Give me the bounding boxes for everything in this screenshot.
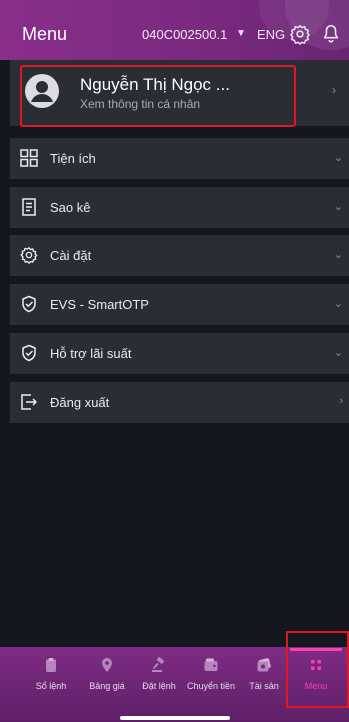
tab-chuyen-tien[interactable]: Chuyển tiền [183, 647, 239, 707]
chevron-down-icon: ⌄ [333, 152, 343, 164]
chevron-down-icon: ⌄ [333, 347, 343, 359]
tab-label: Chuyển tiền [186, 681, 236, 691]
chevron-down-icon: ⌄ [333, 249, 343, 261]
menu-item-label: Hỗ trợ lãi suất [50, 346, 132, 361]
highlight-outline [286, 631, 349, 708]
clipboard-icon [46, 658, 56, 672]
chevron-down-icon: ⌄ [333, 201, 343, 213]
wallet-icon [204, 658, 218, 671]
avatar-icon [25, 74, 59, 108]
menu-item-label: Cài đặt [50, 248, 92, 263]
logout-icon [21, 394, 37, 410]
home-indicator [120, 716, 230, 720]
menu-item-label: Tiện ích [50, 151, 96, 166]
tab-dat-lenh[interactable]: Đặt lệnh [134, 647, 184, 707]
page-title: Menu [22, 24, 68, 44]
chevron-right-icon: › [332, 83, 336, 97]
tab-label: Tài sản [249, 681, 279, 691]
shield-check-icon [22, 344, 36, 362]
grid-icon [20, 149, 38, 167]
tab-tai-san[interactable]: Tài sản [244, 647, 284, 707]
tab-label: Sổ lệnh [35, 681, 67, 691]
menu-item-dang-xuat[interactable]: Đăng xuất › [10, 382, 349, 423]
language-toggle[interactable]: ENG [257, 27, 285, 42]
chevron-down-icon: ⌄ [333, 298, 343, 310]
tab-label: Bảng giá [89, 681, 125, 691]
menu-item-label: Sao kê [50, 200, 91, 215]
bell-icon[interactable] [320, 23, 342, 45]
caret-down-icon[interactable]: ▼ [236, 28, 246, 39]
chevron-right-icon: › [339, 395, 343, 407]
account-selector[interactable]: 040C002500.1 [142, 27, 227, 42]
tab-so-lenh[interactable]: Sổ lệnh [30, 647, 72, 707]
menu-item-tien-ich[interactable]: Tiện ích ⌄ [10, 138, 349, 179]
menu-item-evs-smartotp[interactable]: EVS - SmartOTP ⌄ [10, 284, 349, 325]
menu-item-cai-dat[interactable]: Cài đặt ⌄ [10, 235, 349, 276]
profile-subtitle[interactable]: Xem thông tin cá nhân [80, 97, 200, 111]
menu-item-label: EVS - SmartOTP [50, 297, 149, 312]
shield-check-icon [22, 295, 36, 313]
tab-bang-gia[interactable]: Bảng giá [82, 647, 132, 707]
gear-icon [20, 247, 38, 264]
gavel-icon [152, 657, 165, 672]
gear-icon[interactable] [289, 23, 311, 45]
menu-item-sao-ke[interactable]: Sao kê ⌄ [10, 187, 349, 228]
location-pin-icon [102, 658, 112, 672]
profile-name: Nguyễn Thị Ngọc ... [80, 75, 230, 94]
tab-label: Đặt lệnh [142, 681, 176, 691]
menu-item-ho-tro-lai-suat[interactable]: Hỗ trợ lãi suất ⌄ [10, 333, 349, 374]
money-icon [257, 658, 271, 672]
menu-item-label: Đăng xuất [50, 395, 110, 410]
document-list-icon [22, 198, 36, 216]
